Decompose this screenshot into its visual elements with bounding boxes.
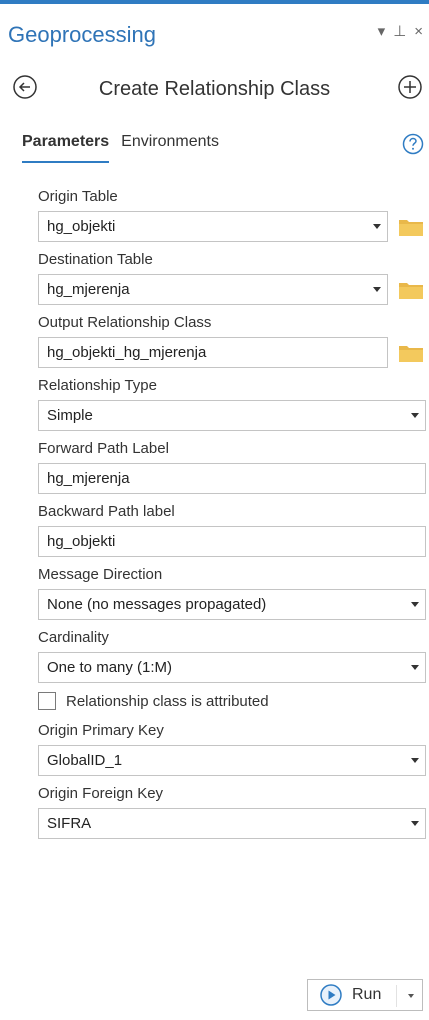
origin-foreign-key-value: SIFRA [47,815,92,832]
origin-foreign-key-dropdown[interactable]: SIFRA [38,808,426,839]
chevron-down-icon[interactable] [373,287,381,292]
run-label: Run [352,986,382,1003]
close-icon[interactable]: × [414,23,423,40]
origin-table-value: hg_objekti [47,218,116,235]
run-options-chevron-icon[interactable] [408,994,414,998]
chevron-down-icon[interactable] [411,758,419,763]
output-relationship-class-input[interactable]: hg_objekti_hg_mjerenja [38,337,388,368]
browse-output-button[interactable] [398,342,424,364]
pane-controls: ▾ ⊥ × [378,22,423,41]
pane-top-accent [0,0,429,4]
backward-path-label-value: hg_objekti [47,533,116,550]
folder-icon [399,282,423,299]
origin-foreign-key-field: Origin Foreign Key SIFRA [38,785,428,839]
play-icon [320,984,342,1006]
folder-icon [399,345,423,362]
pin-icon[interactable]: ⊥ [393,22,406,40]
output-relationship-class-field: Output Relationship Class hg_objekti_hg_… [38,314,428,368]
browse-origin-button[interactable] [398,216,424,238]
origin-table-dropdown[interactable]: hg_objekti [38,211,388,242]
destination-table-dropdown[interactable]: hg_mjerenja [38,274,388,305]
plus-circle-icon [398,75,422,99]
chevron-down-icon[interactable] [411,821,419,826]
chevron-down-icon[interactable] [411,665,419,670]
cardinality-field: Cardinality One to many (1:M) [38,629,428,683]
destination-table-value: hg_mjerenja [47,281,130,298]
run-divider [396,985,397,1007]
forward-path-label-label: Forward Path Label [38,440,169,457]
folder-icon [399,219,423,236]
cardinality-value: One to many (1:M) [47,659,173,676]
relationship-type-value: Simple [47,407,93,424]
chevron-down-icon[interactable] [411,413,419,418]
browse-destination-button[interactable] [398,279,424,301]
relationship-type-dropdown[interactable]: Simple [38,400,426,431]
attributed-option: Relationship class is attributed [38,692,428,710]
tab-bar: Parameters Environments [22,133,219,163]
attributed-label: Relationship class is attributed [66,692,269,710]
message-direction-value: None (no messages propagated) [47,596,267,613]
cardinality-dropdown[interactable]: One to many (1:M) [38,652,426,683]
message-direction-dropdown[interactable]: None (no messages propagated) [38,589,426,620]
origin-foreign-key-label: Origin Foreign Key [38,785,164,802]
origin-primary-key-label: Origin Primary Key [38,722,164,739]
help-icon [402,133,424,155]
origin-table-field: Origin Table hg_objekti [38,188,428,242]
origin-primary-key-field: Origin Primary Key GlobalID_1 [38,722,428,776]
help-button[interactable] [402,133,424,155]
forward-path-label-field: Forward Path Label hg_mjerenja [38,440,428,494]
destination-table-label: Destination Table [38,251,153,268]
tool-header: Create Relationship Class [0,70,429,110]
chevron-down-icon[interactable] [411,602,419,607]
relationship-type-field: Relationship Type Simple [38,377,428,431]
message-direction-label: Message Direction [38,566,163,583]
tool-title: Create Relationship Class [98,78,331,100]
attributed-checkbox[interactable] [38,692,56,710]
run-button[interactable]: Run [307,979,423,1011]
chevron-down-icon[interactable] [373,224,381,229]
tab-environments[interactable]: Environments [121,133,219,157]
origin-primary-key-dropdown[interactable]: GlobalID_1 [38,745,426,776]
origin-table-label: Origin Table [38,188,118,205]
backward-path-label-label: Backward Path label [38,503,175,520]
forward-path-label-value: hg_mjerenja [47,470,130,487]
forward-path-label-input[interactable]: hg_mjerenja [38,463,426,494]
tab-parameters[interactable]: Parameters [22,133,110,163]
pane-title: Geoprocessing [8,22,156,47]
backward-path-label-input[interactable]: hg_objekti [38,526,426,557]
relationship-type-label: Relationship Type [38,377,157,394]
destination-table-field: Destination Table hg_mjerenja [38,251,428,305]
output-relationship-class-label: Output Relationship Class [38,314,212,331]
message-direction-field: Message Direction None (no messages prop… [38,566,428,620]
pane-menu-icon[interactable]: ▾ [378,22,386,40]
output-relationship-class-value: hg_objekti_hg_mjerenja [47,344,207,361]
cardinality-label: Cardinality [38,629,109,646]
add-button[interactable] [397,74,423,100]
backward-path-label-field: Backward Path label hg_objekti [38,503,428,557]
parameters-form: Origin Table hg_objekti Destination Tabl… [38,188,428,848]
origin-primary-key-value: GlobalID_1 [47,752,123,769]
